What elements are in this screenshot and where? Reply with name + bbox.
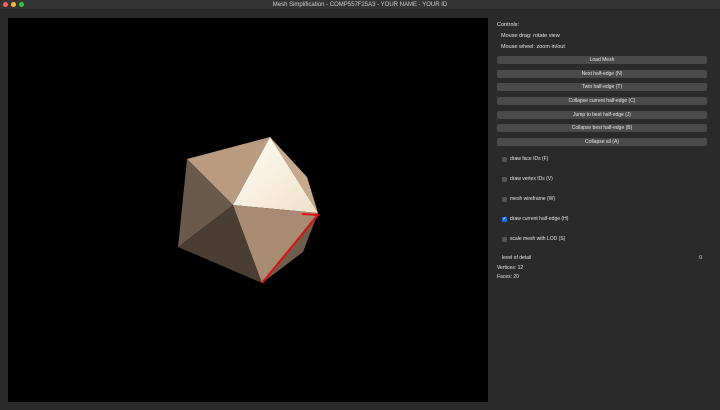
jump-best-button[interactable]: Jump to best half-edge (J) (497, 110, 707, 119)
hint-zoom: Mouse wheel: zoom in/out (501, 44, 565, 50)
checkbox-vertex-ids[interactable]: draw vertex IDs (V) (502, 175, 707, 183)
collapse-best-button[interactable]: Collapse best half-edge (B) (497, 124, 707, 133)
3d-viewport[interactable] (8, 18, 488, 402)
close-button[interactable] (3, 2, 8, 7)
lod-slider[interactable]: level of detail 0 (497, 255, 707, 261)
checkbox-current-half-edge[interactable]: ✓ draw current half-edge (H) (502, 215, 707, 223)
checkbox[interactable] (502, 236, 507, 242)
lod-value: 0 (699, 255, 702, 262)
checkbox[interactable] (502, 196, 507, 202)
controls-heading: Controls: (497, 22, 520, 28)
title-bar: Mesh Simplification - COMP557F25A3 - YOU… (0, 0, 720, 9)
checkbox-scale-lod[interactable]: scale mesh with LOD (S) (502, 235, 707, 243)
checkbox[interactable] (502, 176, 507, 182)
collapse-all-button[interactable]: Collapse all (A) (497, 138, 707, 147)
window-title: Mesh Simplification - COMP557F25A3 - YOU… (272, 1, 448, 8)
checkbox[interactable] (502, 156, 507, 162)
checkbox-wireframe[interactable]: mesh wireframe (W) (502, 195, 707, 203)
checkmark-icon[interactable]: ✓ (502, 216, 507, 222)
maximize-button[interactable] (19, 2, 24, 7)
load-mesh-button[interactable]: Load Mesh (497, 56, 707, 64)
checkbox-label: scale mesh with LOD (S) (510, 236, 566, 243)
next-half-edge-button[interactable]: Next half-edge (N) (497, 69, 707, 78)
controls-panel: Controls: Mouse drag: rotate view Mouse … (497, 20, 707, 283)
checkbox-label: mesh wireframe (W) (510, 196, 556, 203)
checkbox-label: draw face IDs (F) (510, 156, 549, 163)
mesh-render (178, 137, 321, 284)
lod-label: level of detail (502, 255, 532, 262)
collapse-current-button[interactable]: Collapse current half-edge (C) (497, 97, 707, 106)
checkbox-label: draw current half-edge (H) (510, 216, 569, 223)
checkbox-label: draw vertex IDs (V) (510, 176, 553, 183)
checkbox-face-ids[interactable]: draw face IDs (F) (502, 155, 707, 163)
hint-rotate: Mouse drag: rotate view (501, 33, 560, 39)
face-count: Faces: 20 (497, 274, 519, 281)
minimize-button[interactable] (11, 2, 16, 7)
twin-half-edge-button[interactable]: Twin half-edge (T) (497, 83, 707, 92)
